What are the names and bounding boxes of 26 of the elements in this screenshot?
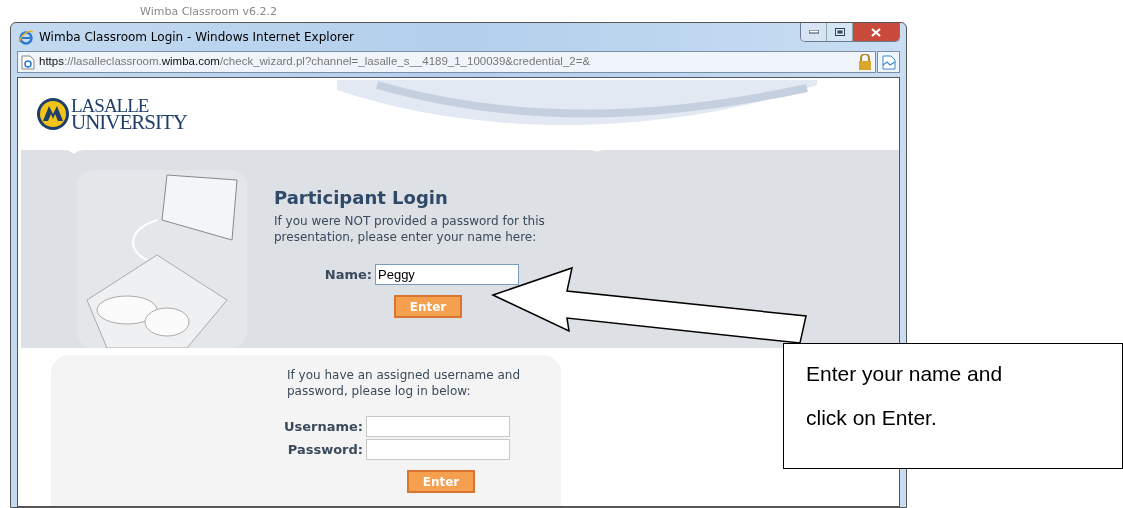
maximize-icon	[834, 28, 845, 36]
name-field[interactable]: Peggy	[375, 264, 519, 285]
minimize-icon	[808, 30, 819, 34]
page-icon	[21, 54, 35, 70]
window-title: Wimba Classroom Login - Windows Internet Explorer	[39, 28, 354, 46]
address-bar[interactable]: https://lasalleclassroom.wimba.com/check_wizard.pl?channel=_lasalle_s__4189_1_100039&credential_2=&	[17, 51, 876, 73]
instruction-text: If you were NOT provided a password for this presentation, please enter your name here:	[274, 213, 546, 245]
field-label: Password:	[286, 440, 363, 459]
desktop-text: Wimba Classroom v6.2.2	[140, 4, 278, 20]
close-button[interactable]	[853, 23, 899, 41]
field-label: Username:	[282, 417, 363, 436]
form-heading: Participant Login	[274, 186, 449, 210]
university-logo-text: LASALLE UNIVERSITY	[71, 97, 187, 131]
input-field[interactable]	[366, 439, 510, 460]
close-icon	[871, 27, 881, 37]
instruction-text: If you have an assigned username and password, please log in below:	[287, 367, 522, 399]
url-text: https://lasalleclassroom.wimba.com/check_wizard.pl?channel=_lasalle_s__4189_1_100039&credential_2=&	[39, 54, 591, 70]
field-label: Name:	[323, 265, 372, 284]
input-field[interactable]	[366, 416, 510, 437]
browser-logo-icon	[18, 28, 34, 45]
compatibility-view-button[interactable]	[877, 51, 900, 73]
lock-icon	[858, 54, 872, 70]
maximize-button[interactable]	[827, 23, 853, 41]
university-logo-icon	[36, 97, 70, 131]
callout-text: Enter your name and click on Enter.	[783, 343, 1123, 469]
broken-page-icon	[881, 54, 896, 70]
